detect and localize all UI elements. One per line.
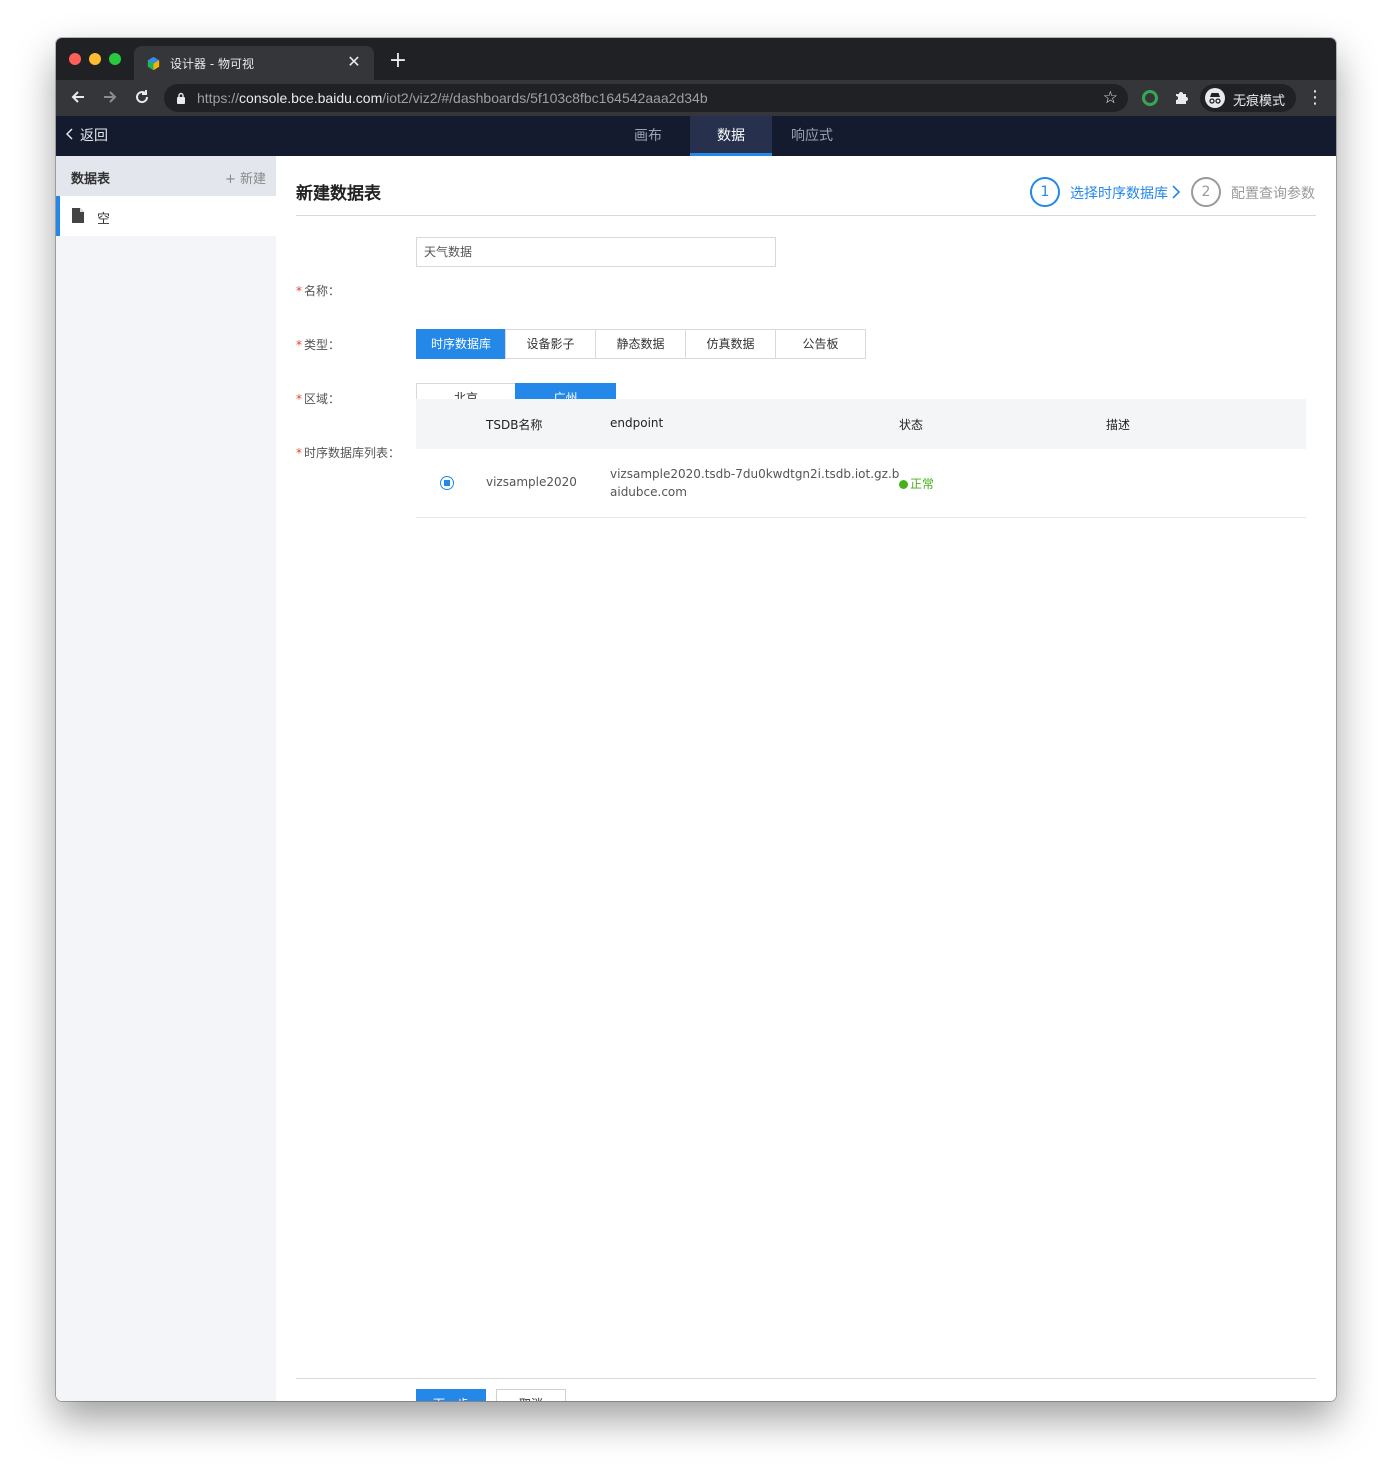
name-label: * 名称： [296,282,340,299]
forward-arrow-icon[interactable] [100,88,120,108]
type-selector: 时序数据库 设备影子 静态数据 仿真数据 公告板 [416,329,866,359]
radio-selected-dot [444,480,450,486]
minimize-window-button[interactable] [89,53,101,65]
type-option-simulation[interactable]: 仿真数据 [685,329,776,359]
close-tab-icon[interactable]: ✕ [344,52,364,72]
sidebar: 数据表 + 新建 空 [56,156,276,1401]
name-label-text: 名称： [304,284,341,298]
step-2-number: 2 [1191,177,1221,207]
lock-icon [177,92,185,104]
file-icon [72,208,84,223]
next-button[interactable]: 下一步 [416,1389,486,1401]
status-dot-icon [899,480,908,489]
tsdb-name-cell: vizsample2020 [486,475,577,489]
app-header: 返回 画布 数据 响应式 [56,116,1336,156]
browser-menu-icon[interactable]: ⋮ [1306,88,1324,108]
new-tab-button[interactable]: + [386,50,410,72]
sidebar-title: 数据表 [71,172,111,187]
type-label: * 类型： [296,336,340,353]
step-1-number: 1 [1030,177,1060,207]
region-label: * 区域： [296,390,340,407]
app-logo-icon [147,56,160,71]
footer-divider [296,1378,1316,1379]
row-radio[interactable] [440,476,454,490]
status-text: 正常 [910,477,935,491]
tab-data[interactable]: 数据 [690,116,772,156]
column-header-status: 状态 [899,418,924,432]
sidebar-item-label: 空 [97,212,111,227]
bookmark-star-icon[interactable]: ☆ [1103,88,1118,108]
chevron-left-icon [65,116,74,156]
endpoint-line-2: aidubce.com [610,485,687,499]
page-title: 新建数据表 [296,184,381,204]
url-path: /iot2/viz2/#/dashboards/5f103c8fbc164542… [382,90,708,106]
column-header-name: TSDB名称 [486,418,543,432]
back-label: 返回 [80,128,108,144]
required-mark: * [296,392,302,406]
sidebar-item-empty[interactable]: 空 [56,196,276,236]
name-input[interactable]: 天气数据 [416,237,776,267]
tab-title: 设计器 - 物可视 [170,57,254,71]
maximize-window-button[interactable] [109,53,121,65]
chevron-right-icon [1172,185,1180,199]
tsdb-list-label-text: 时序数据库列表： [304,446,401,460]
column-header-endpoint: endpoint [610,416,664,430]
extension-circle-icon[interactable] [1142,90,1158,106]
url-text: https://console.bce.baidu.com/iot2/viz2/… [197,90,708,106]
browser-window: 设计器 - 物可视 ✕ + https://console.bce.baidu.… [56,38,1336,1401]
type-option-device-shadow[interactable]: 设备影子 [505,329,596,359]
reload-icon[interactable] [132,88,152,108]
type-option-bulletin[interactable]: 公告板 [775,329,866,359]
required-mark: * [296,338,302,352]
type-option-tsdb[interactable]: 时序数据库 [416,329,506,359]
tab-responsive[interactable]: 响应式 [784,116,840,156]
endpoint-cell: vizsample2020.tsdb-7du0kwdtgn2i.tsdb.iot… [610,465,900,501]
step-2-label: 配置查询参数 [1231,186,1315,202]
endpoint-line-1: vizsample2020.tsdb-7du0kwdtgn2i.tsdb.iot… [610,467,900,481]
main-panel: 新建数据表 1 选择时序数据库 2 配置查询参数 * 名称： 天气数据 * 类型： … [276,156,1336,1401]
new-table-button[interactable]: + 新建 [225,168,266,187]
tab-canvas[interactable]: 画布 [622,116,674,156]
sidebar-header: 数据表 + 新建 [56,156,276,196]
step-1-label: 选择时序数据库 [1070,186,1168,202]
region-label-text: 区域： [304,392,341,406]
required-mark: * [296,284,302,298]
type-label-text: 类型： [304,338,341,352]
cancel-button[interactable]: 取消 [496,1389,566,1401]
incognito-label: 无痕模式 [1233,94,1286,109]
incognito-badge[interactable]: 无痕模式 [1200,84,1296,112]
extensions-puzzle-icon[interactable] [1173,88,1191,106]
header-divider [296,215,1316,216]
table-header: TSDB名称 endpoint 状态 描述 [416,399,1306,449]
url-scheme: https:// [197,90,240,106]
wizard-steps: 1 选择时序数据库 2 配置查询参数 [1030,177,1316,207]
required-mark: * [296,446,302,460]
status-cell: 正常 [899,475,934,492]
back-button[interactable]: 返回 [65,116,108,156]
type-option-static[interactable]: 静态数据 [595,329,686,359]
url-host: console.bce.baidu.com [239,90,383,106]
close-window-button[interactable] [69,53,81,65]
browser-toolbar: https://console.bce.baidu.com/iot2/viz2/… [56,80,1336,116]
browser-tab[interactable]: 设计器 - 物可视 ✕ [134,46,374,80]
tsdb-list-label: * 时序数据库列表： [296,444,400,461]
browser-titlebar: 设计器 - 物可视 ✕ + [56,38,1336,80]
column-header-description: 描述 [1106,418,1131,432]
incognito-icon [1205,88,1225,108]
address-bar[interactable]: https://console.bce.baidu.com/iot2/viz2/… [164,84,1128,112]
back-arrow-icon[interactable] [68,88,88,108]
table-row[interactable]: vizsample2020 vizsample2020.tsdb-7du0kwd… [416,449,1306,518]
